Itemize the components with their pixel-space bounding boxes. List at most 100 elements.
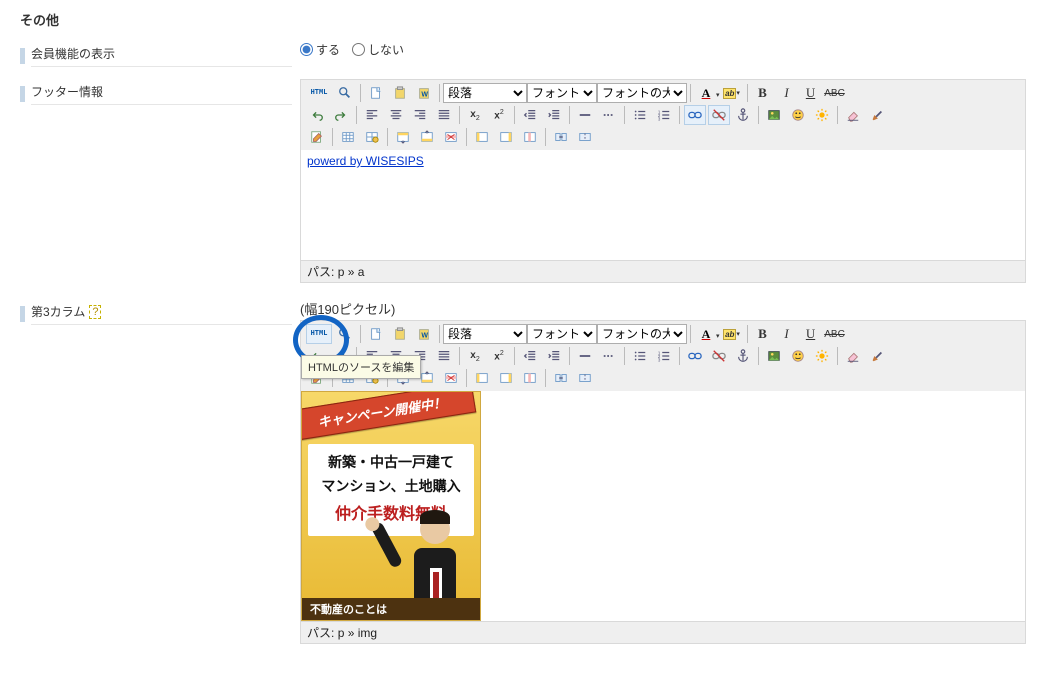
anchor-button[interactable] xyxy=(732,346,754,366)
align-justify-button[interactable] xyxy=(433,105,455,125)
merge-cells-icon[interactable] xyxy=(550,127,572,147)
hr-button[interactable] xyxy=(574,105,596,125)
emoji-button[interactable] xyxy=(787,346,809,366)
zoom-icon[interactable] xyxy=(334,83,356,103)
ol-button[interactable]: 123 xyxy=(653,105,675,125)
svg-text:3: 3 xyxy=(658,116,661,121)
editor-content-footer[interactable]: powerd by WISESIPS xyxy=(301,150,1025,260)
font-size-select[interactable]: フォントの大き xyxy=(597,83,687,103)
font-select[interactable]: フォント xyxy=(527,83,597,103)
paste-word-icon[interactable]: W xyxy=(413,324,435,344)
indent-button[interactable] xyxy=(543,105,565,125)
footer-content-link[interactable]: powerd by WISESIPS xyxy=(307,154,424,168)
link-button[interactable] xyxy=(684,346,706,366)
label-third-column: 第3カラム xyxy=(31,303,85,320)
paste-word-icon[interactable]: W xyxy=(413,83,435,103)
underline-button[interactable]: U xyxy=(800,324,822,344)
image-button[interactable] xyxy=(763,105,785,125)
bold-button[interactable]: B xyxy=(752,83,774,103)
underline-button[interactable]: U xyxy=(800,83,822,103)
subscript-button[interactable]: x2 xyxy=(464,105,486,125)
emoji-button[interactable] xyxy=(787,105,809,125)
edit-doc-icon[interactable] xyxy=(306,127,328,147)
table-props-icon[interactable] xyxy=(361,127,383,147)
label-bar xyxy=(20,306,25,322)
outdent-button[interactable] xyxy=(519,105,541,125)
indent-button[interactable] xyxy=(543,346,565,366)
zoom-icon[interactable] xyxy=(334,324,356,344)
format-select[interactable]: 段落 xyxy=(443,83,527,103)
merge-cells-icon[interactable] xyxy=(550,368,572,388)
editor-content-third-col[interactable]: キャンペーン開催中！ 新築・中古一戸建て マンション、土地購入 仲介手数料無料 xyxy=(301,391,1025,621)
row-after-icon[interactable] xyxy=(416,127,438,147)
brush-button[interactable] xyxy=(866,346,888,366)
radio-do[interactable] xyxy=(300,43,313,56)
strike-button[interactable]: ABC xyxy=(824,83,846,103)
font-select[interactable]: フォント xyxy=(527,324,597,344)
label-bar xyxy=(20,48,25,64)
superscript-button[interactable]: x2 xyxy=(488,346,510,366)
col-before-icon[interactable] xyxy=(471,127,493,147)
html-source-button[interactable]: HTML xyxy=(306,324,332,344)
radio-dont[interactable] xyxy=(352,43,365,56)
redo-button[interactable] xyxy=(330,105,352,125)
undo-button[interactable] xyxy=(306,105,328,125)
banner-ribbon: キャンペーン開催中！ xyxy=(301,391,477,441)
superscript-button[interactable]: x2 xyxy=(488,105,510,125)
radio-dont-label[interactable]: しない xyxy=(352,41,404,58)
ul-button[interactable] xyxy=(629,346,651,366)
align-center-button[interactable] xyxy=(385,105,407,125)
sun-icon[interactable] xyxy=(811,346,833,366)
paste-text-icon[interactable] xyxy=(389,83,411,103)
subscript-button[interactable]: x2 xyxy=(464,346,486,366)
third-col-caption: (幅190ピクセル) xyxy=(300,299,1026,318)
col-after-icon[interactable] xyxy=(495,127,517,147)
outdent-button[interactable] xyxy=(519,346,541,366)
col-delete-icon[interactable] xyxy=(519,127,541,147)
hr-dashed-button[interactable] xyxy=(598,105,620,125)
row-delete-icon[interactable] xyxy=(440,127,462,147)
col-before-icon[interactable] xyxy=(471,368,493,388)
split-cells-icon[interactable] xyxy=(574,368,596,388)
anchor-button[interactable] xyxy=(732,105,754,125)
italic-button[interactable]: I xyxy=(776,324,798,344)
unlink-button[interactable] xyxy=(708,346,730,366)
brush-button[interactable] xyxy=(866,105,888,125)
eraser-button[interactable] xyxy=(842,105,864,125)
label-footer-info: フッター情報 xyxy=(31,83,292,105)
row-before-icon[interactable] xyxy=(392,127,414,147)
new-doc-icon[interactable] xyxy=(365,324,387,344)
ul-button[interactable] xyxy=(629,105,651,125)
ol-button[interactable]: 123 xyxy=(653,346,675,366)
strike-button[interactable]: ABC xyxy=(824,324,846,344)
help-icon[interactable]: ? xyxy=(89,305,101,319)
radio-do-label[interactable]: する xyxy=(300,41,340,58)
new-doc-icon[interactable] xyxy=(365,83,387,103)
hr-button[interactable] xyxy=(574,346,596,366)
font-size-select[interactable]: フォントの大き xyxy=(597,324,687,344)
hr-dashed-button[interactable] xyxy=(598,346,620,366)
italic-button[interactable]: I xyxy=(776,83,798,103)
sun-icon[interactable] xyxy=(811,105,833,125)
col-after-icon[interactable] xyxy=(495,368,517,388)
image-button[interactable] xyxy=(763,346,785,366)
split-cells-icon[interactable] xyxy=(574,127,596,147)
table-button[interactable] xyxy=(337,127,359,147)
label-bar xyxy=(20,86,25,102)
align-left-button[interactable] xyxy=(361,105,383,125)
align-right-button[interactable] xyxy=(409,105,431,125)
bold-button[interactable]: B xyxy=(752,324,774,344)
row-delete-icon[interactable] xyxy=(440,368,462,388)
align-justify-button[interactable] xyxy=(433,346,455,366)
col-delete-icon[interactable] xyxy=(519,368,541,388)
link-button[interactable] xyxy=(684,105,706,125)
unlink-button[interactable] xyxy=(708,105,730,125)
hilite-button[interactable]: ab▾ xyxy=(721,83,743,103)
hilite-button[interactable]: ab▾ xyxy=(721,324,743,344)
paste-text-icon[interactable] xyxy=(389,324,411,344)
html-source-button[interactable]: HTML xyxy=(306,83,332,103)
eraser-button[interactable] xyxy=(842,346,864,366)
forecolor-button[interactable]: A xyxy=(695,324,717,344)
format-select[interactable]: 段落 xyxy=(443,324,527,344)
forecolor-button[interactable]: A xyxy=(695,83,717,103)
